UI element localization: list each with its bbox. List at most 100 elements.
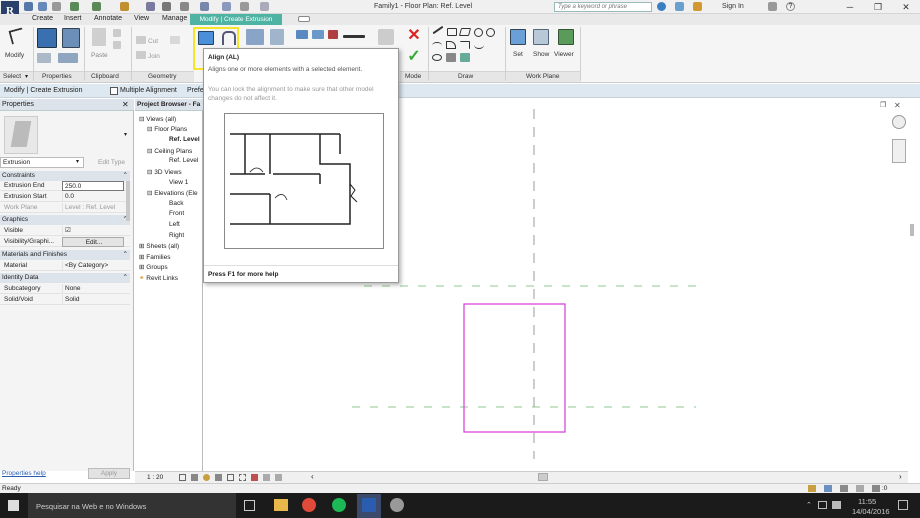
tree-ref-level-floor[interactable]: Ref. Level xyxy=(169,136,200,143)
section-graphics[interactable]: Graphics⌃ xyxy=(0,215,130,225)
view-tool-icon[interactable] xyxy=(378,29,394,45)
tree-groups[interactable]: ⊞ Groups xyxy=(139,263,168,271)
mirror-draw-icon[interactable] xyxy=(270,29,284,45)
pick-walls-icon[interactable] xyxy=(460,53,470,62)
temp-hide-icon[interactable] xyxy=(251,474,258,481)
tree-3d-views[interactable]: ⊟ 3D Views xyxy=(147,168,182,176)
tag-icon[interactable] xyxy=(180,2,189,11)
tree-families[interactable]: ⊞ Families xyxy=(139,253,170,261)
undo-icon[interactable] xyxy=(70,2,79,11)
scroll-right-icon[interactable]: › xyxy=(899,472,902,481)
tab-annotate[interactable]: Annotate xyxy=(94,15,122,22)
pick-lines-icon[interactable] xyxy=(446,53,456,62)
material-value[interactable]: <By Category> xyxy=(62,261,124,271)
tab-insert[interactable]: Insert xyxy=(64,15,82,22)
geometry-tool-icon[interactable] xyxy=(170,36,180,44)
restore-view-icon[interactable]: ❐ xyxy=(880,101,886,109)
panel-select[interactable]: Select ▾ xyxy=(0,71,33,82)
type-selector[interactable]: Extrusion xyxy=(0,157,84,168)
show-button[interactable]: Show xyxy=(533,51,549,58)
switch-windows-icon[interactable] xyxy=(260,2,269,11)
visibility-edit-button[interactable]: Edit... xyxy=(62,237,124,247)
ribbon-toggle-icon[interactable] xyxy=(298,16,310,22)
show-work-plane-icon[interactable] xyxy=(533,29,549,45)
join-button[interactable]: Join xyxy=(148,53,160,60)
match-type-icon[interactable] xyxy=(113,41,121,49)
scroll-left-icon[interactable]: ‹ xyxy=(311,472,314,481)
copy-icon[interactable] xyxy=(113,29,121,37)
network-icon[interactable] xyxy=(818,501,827,509)
family-types-icon[interactable] xyxy=(37,53,51,63)
copy-element-icon[interactable] xyxy=(312,30,324,39)
task-view-icon[interactable] xyxy=(244,500,255,511)
viewer-icon[interactable] xyxy=(558,29,574,45)
tangent-arc-icon[interactable] xyxy=(460,41,470,49)
join-icon[interactable] xyxy=(136,51,146,59)
tree-revit-links[interactable]: ⚭ Revit Links xyxy=(139,274,178,282)
tree-back[interactable]: Back xyxy=(169,200,183,207)
arc-icon[interactable] xyxy=(432,42,442,49)
detail-level-icon[interactable] xyxy=(179,474,186,481)
align-icon[interactable] xyxy=(198,31,214,45)
view-scale[interactable]: 1 : 20 xyxy=(147,474,163,481)
analytical-icon[interactable] xyxy=(275,474,282,481)
maximize-button[interactable]: ❐ xyxy=(864,1,892,13)
communication-icon[interactable] xyxy=(693,2,702,11)
tab-manage[interactable]: Manage xyxy=(162,15,187,22)
sun-path-icon[interactable] xyxy=(203,474,210,481)
vertical-scroll-thumb[interactable] xyxy=(910,224,914,236)
tray-chevron-icon[interactable]: ⌃ xyxy=(806,501,812,509)
viewer-button[interactable]: Viewer xyxy=(554,51,574,58)
visible-checkbox[interactable]: ☑ xyxy=(62,226,124,236)
rectangle-icon[interactable] xyxy=(447,28,457,36)
search-icon[interactable] xyxy=(657,2,666,11)
properties-icon[interactable] xyxy=(37,28,57,48)
finish-edit-mode-icon[interactable]: ✓ xyxy=(406,49,422,65)
reveal-hidden-icon[interactable] xyxy=(263,474,270,481)
tree-view-1[interactable]: View 1 xyxy=(169,179,188,186)
move-icon[interactable] xyxy=(296,30,308,39)
cut-icon[interactable] xyxy=(136,36,146,44)
help-icon[interactable]: ? xyxy=(786,2,795,11)
family-category-icon[interactable] xyxy=(58,53,78,63)
measure-icon[interactable] xyxy=(146,2,155,11)
filter-icon[interactable] xyxy=(872,485,880,492)
multiple-alignment-checkbox[interactable] xyxy=(110,87,118,95)
tree-front[interactable]: Front xyxy=(169,210,184,217)
tab-modify-create-extrusion[interactable]: Modify | Create Extrusion xyxy=(190,14,282,25)
cursor-icon[interactable] xyxy=(8,27,26,45)
tree-elevations[interactable]: ⊟ Elevations (Ele xyxy=(147,189,198,197)
set-work-plane-icon[interactable] xyxy=(510,29,526,45)
dimension-icon[interactable] xyxy=(162,2,171,11)
navigation-bar[interactable] xyxy=(892,139,906,163)
search-input[interactable]: Type a keyword or phrase xyxy=(554,2,652,12)
dimension-tool-icon[interactable] xyxy=(343,35,365,38)
print-icon[interactable] xyxy=(120,2,129,11)
tree-ref-level-ceiling[interactable]: Ref. Level xyxy=(169,157,198,164)
delete-icon[interactable] xyxy=(328,30,338,39)
app-icon[interactable] xyxy=(390,498,404,512)
tree-views[interactable]: ⊟ Views (all) xyxy=(139,115,176,123)
save-icon[interactable] xyxy=(38,2,47,11)
crop-view-icon[interactable] xyxy=(227,474,234,481)
3d-view-icon[interactable] xyxy=(200,2,209,11)
section-constraints[interactable]: Constraints ⌃ xyxy=(0,171,130,181)
spotify-icon[interactable] xyxy=(332,498,346,512)
tree-sheets[interactable]: ⊞ Sheets (all) xyxy=(139,242,179,250)
exchange-icon[interactable] xyxy=(768,2,777,11)
subscription-icon[interactable] xyxy=(675,2,684,11)
tab-view[interactable]: View xyxy=(134,15,149,22)
properties-scrollbar[interactable] xyxy=(126,181,130,221)
extrusion-end-input[interactable]: 250.0 xyxy=(62,181,124,191)
tree-floor-plans[interactable]: ⊟ Floor Plans xyxy=(147,125,187,133)
type-selector-arrow-icon[interactable]: ▾ xyxy=(124,131,127,138)
mirror-axis-icon[interactable] xyxy=(246,29,264,45)
offset-icon[interactable] xyxy=(222,31,236,45)
apply-button[interactable]: Apply xyxy=(88,468,130,479)
sync-icon[interactable] xyxy=(52,2,61,11)
horizontal-scroll-thumb[interactable] xyxy=(538,473,548,481)
window-close-icon[interactable]: ✕ xyxy=(894,101,901,110)
edit-type-button[interactable]: Edit Type xyxy=(88,158,130,168)
crop-region-icon[interactable] xyxy=(239,474,246,481)
sign-in-link[interactable]: Sign In xyxy=(722,3,744,10)
